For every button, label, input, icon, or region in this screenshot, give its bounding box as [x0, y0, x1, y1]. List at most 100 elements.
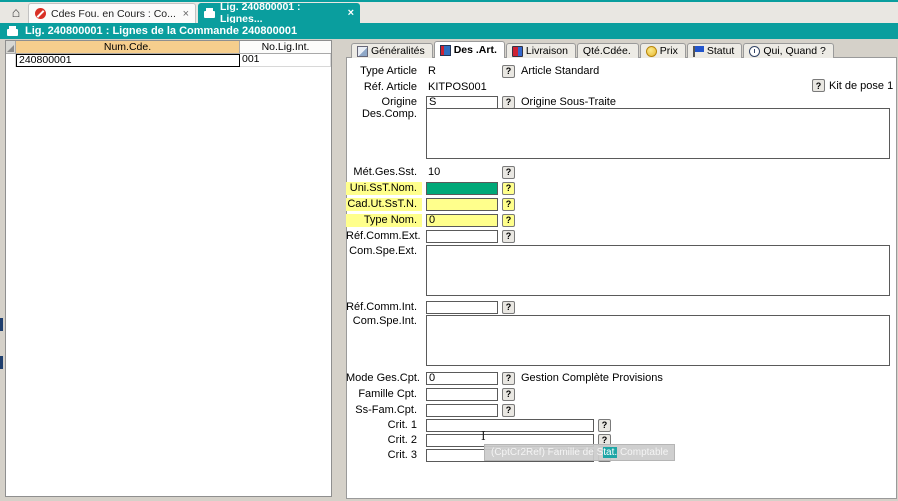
mode-ges-cpt-help-button[interactable]: ?: [502, 372, 515, 385]
met-ges-sst-row: Mét.Ges.Sst. 10 ?: [346, 165, 515, 179]
tab-label: Des .Art.: [454, 44, 497, 56]
ss-fam-cpt-help-button[interactable]: ?: [502, 404, 515, 417]
table-row[interactable]: 240800001 001: [6, 54, 331, 67]
window-title-bar: Lig. 240800001 : Lignes de la Commande 2…: [0, 23, 898, 39]
form-tab-strip: Généralités Des .Art. Livraison Qté.Cdée…: [351, 41, 835, 58]
tooltip-text: (CptCr2Ref) Famille de S: [491, 447, 603, 458]
crit-1-label: Crit. 1: [346, 419, 422, 432]
com-spe-ext-textarea[interactable]: [426, 245, 890, 296]
close-icon[interactable]: ×: [183, 9, 189, 19]
grid-header-num-cde[interactable]: Num.Cde.: [16, 41, 240, 54]
type-nom-row: Type Nom. ?: [346, 213, 515, 227]
met-ges-sst-help-button[interactable]: ?: [502, 166, 515, 179]
com-spe-int-textarea[interactable]: [426, 315, 890, 366]
des-comp-label: Des.Comp.: [346, 108, 422, 121]
mode-ges-cpt-row: Mode Ges.Cpt. ? Gestion Complète Provisi…: [346, 371, 663, 385]
kit-label: Kit de pose 1: [829, 80, 893, 92]
no-entry-icon: [35, 8, 46, 19]
ref-comm-int-label: Réf.Comm.Int.: [346, 301, 422, 314]
close-icon[interactable]: ×: [348, 8, 354, 18]
grid-cell-num-cde[interactable]: 240800001: [16, 54, 240, 67]
page-title: Lig. 240800001 : Lignes de la Commande 2…: [25, 25, 297, 37]
type-article-help-button[interactable]: ?: [502, 65, 515, 78]
browser-tab-orders[interactable]: Cdes Fou. en Cours : Co... ×: [28, 3, 196, 23]
crit-1-input[interactable]: [426, 419, 594, 432]
des-comp-textarea[interactable]: [426, 108, 890, 159]
tab-qui-quand[interactable]: Qui, Quand ?: [743, 43, 833, 58]
coin-icon: [646, 46, 657, 57]
tab-label: Statut: [707, 45, 734, 57]
clock-icon: [749, 46, 760, 57]
book-icon: [440, 45, 451, 56]
type-nom-input[interactable]: [426, 214, 498, 227]
origine-suffix: Origine Sous-Traite: [519, 96, 616, 108]
type-article-label: Type Article: [346, 65, 422, 78]
uni-sst-nom-input[interactable]: [426, 182, 498, 195]
tab-prix[interactable]: Prix: [640, 43, 686, 58]
mode-ges-cpt-label: Mode Ges.Cpt.: [346, 372, 422, 385]
ref-comm-ext-help-button[interactable]: ?: [502, 230, 515, 243]
cad-ut-sst-n-help-button[interactable]: ?: [502, 198, 515, 211]
tooltip-text: Comptable: [617, 447, 668, 458]
met-ges-sst-value: 10: [426, 166, 498, 178]
tab-label: Prix: [660, 45, 678, 57]
type-nom-help-button[interactable]: ?: [502, 214, 515, 227]
printer-icon: [7, 29, 18, 36]
app-window: ⌂ Cdes Fou. en Cours : Co... × Lig. 2408…: [0, 0, 898, 501]
origine-help-button[interactable]: ?: [502, 96, 515, 109]
grid-cell-no-lig-int[interactable]: 001: [240, 54, 331, 67]
tooltip-highlight: tat.: [603, 447, 617, 458]
ref-article-row: Réf. Article KITPOS001: [346, 80, 498, 94]
edge-mark: [0, 318, 3, 331]
des-comp-row: Des.Comp.: [346, 108, 890, 122]
ref-comm-ext-label: Réf.Comm.Ext.: [346, 230, 422, 243]
browser-tab-title: Cdes Fou. en Cours : Co...: [51, 8, 176, 20]
ref-comm-int-help-button[interactable]: ?: [502, 301, 515, 314]
famille-cpt-help-button[interactable]: ?: [502, 388, 515, 401]
edge-mark: [0, 356, 3, 369]
tab-generalites[interactable]: Généralités: [351, 43, 433, 58]
browser-tab-lines[interactable]: Lig. 240800001 : Lignes... ×: [198, 3, 360, 23]
crit-3-label: Crit. 3: [346, 449, 422, 462]
famille-cpt-label: Famille Cpt.: [346, 388, 422, 401]
truck-icon: [512, 46, 523, 57]
cad-ut-sst-n-input[interactable]: [426, 198, 498, 211]
origine-row: Origine ? Origine Sous-Traite: [346, 95, 616, 109]
ref-comm-int-input[interactable]: [426, 301, 498, 314]
origine-input[interactable]: [426, 96, 498, 109]
home-icon[interactable]: ⌂: [7, 3, 25, 21]
tab-des-art[interactable]: Des .Art.: [434, 41, 505, 58]
ref-comm-ext-row: Réf.Comm.Ext. ?: [346, 229, 515, 243]
ref-comm-int-row: Réf.Comm.Int. ?: [346, 300, 515, 314]
row-selector-cell[interactable]: [6, 54, 16, 67]
type-article-row: Type Article R ? Article Standard: [346, 64, 599, 78]
type-article-value: R: [426, 65, 498, 77]
tab-statut[interactable]: Statut: [687, 43, 742, 58]
order-lines-grid: Num.Cde. No.Lig.Int. 240800001 001: [5, 40, 332, 497]
tab-label: Qui, Quand ?: [763, 45, 825, 57]
com-spe-int-row: Com.Spe.Int.: [346, 315, 890, 329]
ss-fam-cpt-row: Ss-Fam.Cpt. ?: [346, 403, 515, 417]
met-ges-sst-label: Mét.Ges.Sst.: [346, 166, 422, 179]
grid-header-row: Num.Cde. No.Lig.Int.: [6, 41, 331, 54]
tab-label: Qté.Cdée.: [583, 45, 631, 57]
mode-ges-cpt-suffix: Gestion Complète Provisions: [519, 372, 663, 384]
ref-comm-ext-input[interactable]: [426, 230, 498, 243]
uni-sst-nom-label: Uni.SsT.Nom.: [346, 182, 422, 195]
crit-1-help-button[interactable]: ?: [598, 419, 611, 432]
ss-fam-cpt-input[interactable]: [426, 404, 498, 417]
mode-ges-cpt-input[interactable]: [426, 372, 498, 385]
ss-fam-cpt-label: Ss-Fam.Cpt.: [346, 404, 422, 417]
kit-help-button[interactable]: ?: [812, 79, 825, 92]
text-cursor: I: [481, 429, 486, 443]
ref-article-label: Réf. Article: [346, 81, 422, 94]
uni-sst-nom-row: Uni.SsT.Nom. ?: [346, 181, 515, 195]
kit-row: ? Kit de pose 1: [812, 79, 893, 92]
crit-1-row: Crit. 1 ?: [346, 418, 611, 432]
uni-sst-nom-help-button[interactable]: ?: [502, 182, 515, 195]
grid-select-all-corner[interactable]: [6, 41, 16, 54]
famille-cpt-input[interactable]: [426, 388, 498, 401]
tab-livraison[interactable]: Livraison: [506, 43, 576, 58]
origine-label: Origine: [346, 96, 422, 109]
tab-qte-cdee[interactable]: Qté.Cdée.: [577, 43, 639, 58]
